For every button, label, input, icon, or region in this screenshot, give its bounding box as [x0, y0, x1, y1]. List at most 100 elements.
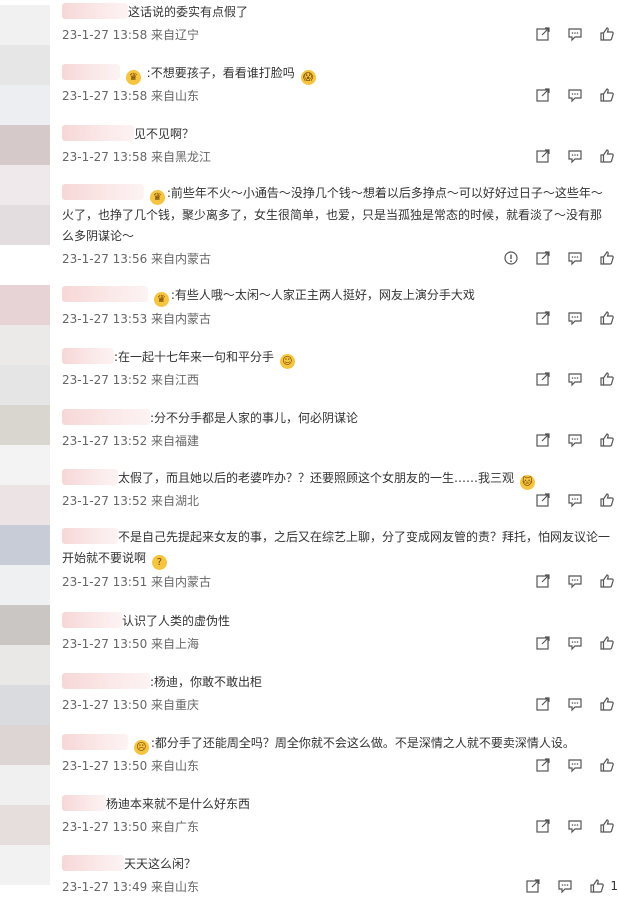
like-icon[interactable] [596, 817, 618, 835]
comment-actions [522, 369, 618, 389]
smile-emoji-icon: ☺ [279, 354, 295, 369]
share-icon[interactable] [532, 25, 554, 43]
like-icon[interactable] [596, 309, 618, 327]
comment-icon[interactable] [564, 249, 586, 267]
blurred-username[interactable] [62, 795, 106, 811]
comment-meta: 23-1-27 13:50 来自山东 [62, 759, 200, 773]
avatar[interactable] [0, 685, 50, 725]
thinking-emoji-icon: ? [151, 555, 167, 570]
avatar[interactable] [0, 765, 50, 805]
comment-meta: 23-1-27 13:52 来自福建 [62, 434, 200, 448]
blurred-username[interactable] [62, 286, 148, 302]
comment-actions [522, 85, 618, 105]
avatar[interactable] [0, 45, 50, 85]
comment-text: :前些年不火～小通告～没挣几个钱～想着以后多挣点～可以好好过日子～这些年～火了，… [62, 186, 603, 243]
comment-icon[interactable] [564, 309, 586, 327]
share-icon[interactable] [532, 431, 554, 449]
like-icon[interactable] [596, 370, 618, 388]
share-icon[interactable] [532, 756, 554, 774]
cat-emoji-icon: 🐱 [519, 475, 535, 490]
share-icon[interactable] [532, 817, 554, 835]
comment-icon[interactable] [564, 695, 586, 713]
comment-icon[interactable] [564, 431, 586, 449]
avatar[interactable] [0, 85, 50, 125]
avatar[interactable] [0, 725, 50, 765]
share-icon[interactable] [532, 249, 554, 267]
comment-text-line: 太假了，而且她以后的老婆咋办？？还要照顾这个女朋友的一生……我三观 🐱 [62, 468, 618, 490]
blurred-username[interactable] [62, 409, 150, 425]
comment-text: 太假了，而且她以后的老婆咋办？？还要照顾这个女朋友的一生……我三观 [118, 471, 515, 485]
avatar[interactable] [0, 525, 50, 565]
share-icon[interactable] [532, 86, 554, 104]
blurred-username[interactable] [62, 125, 134, 141]
comment-icon[interactable] [564, 86, 586, 104]
comment-icon[interactable] [564, 817, 586, 835]
like-icon[interactable] [596, 695, 618, 713]
avatar[interactable] [0, 365, 50, 405]
comment-actions [490, 248, 618, 268]
comment-meta: 23-1-27 13:52 来自江西 [62, 373, 200, 387]
like-icon[interactable] [596, 491, 618, 509]
comment-text-line: 不是自己先提起来女友的事，之后又在综艺上聊，分了变成网友管的责？拜托，怕网友议论… [62, 527, 612, 570]
comment-icon[interactable] [564, 147, 586, 165]
comment-icon[interactable] [564, 25, 586, 43]
avatar[interactable] [0, 805, 50, 845]
report-icon[interactable] [500, 249, 522, 267]
blurred-username[interactable] [62, 734, 128, 750]
share-icon[interactable] [532, 572, 554, 590]
comment-text: :有些人哦～太闲～人家正主两人挺好，网友上演分手大戏 [170, 288, 475, 302]
avatar[interactable] [0, 285, 50, 325]
share-icon[interactable] [532, 634, 554, 652]
share-icon[interactable] [532, 370, 554, 388]
comment-text: :在一起十七年来一句和平分手 [114, 350, 275, 364]
share-icon[interactable] [532, 491, 554, 509]
like-icon[interactable] [596, 25, 618, 43]
blurred-username[interactable] [62, 469, 118, 485]
blurred-username[interactable] [62, 64, 120, 80]
avatar[interactable] [0, 645, 50, 685]
share-icon[interactable] [532, 695, 554, 713]
comment-icon[interactable] [564, 572, 586, 590]
like-icon[interactable] [596, 147, 618, 165]
blurred-username[interactable] [62, 612, 122, 628]
blurred-username[interactable] [62, 3, 128, 19]
comment-text: :不想要孩子，看看谁打脸吗 [146, 66, 295, 80]
like-icon[interactable] [596, 431, 618, 449]
avatar[interactable] [0, 565, 50, 605]
comment-text: 天天这么闲？ [124, 857, 197, 871]
share-icon[interactable] [522, 877, 544, 895]
avatar[interactable] [0, 485, 50, 525]
like-icon[interactable] [596, 86, 618, 104]
avatar[interactable] [0, 125, 50, 165]
comment-text-line: ☹:都分手了还能周全吗？周全你就不会这么做。不是深情之人就不要卖深情人设。 [62, 733, 618, 755]
blurred-username[interactable] [62, 348, 114, 364]
comment-actions [522, 146, 618, 166]
avatar[interactable] [0, 325, 50, 365]
blurred-username[interactable] [62, 673, 150, 689]
like-icon[interactable] [586, 877, 608, 895]
avatar[interactable] [0, 405, 50, 445]
comment-icon[interactable] [564, 756, 586, 774]
comment-text-line: 这话说的委实有点假了 [62, 2, 618, 23]
comment-actions: 1 [512, 876, 618, 896]
avatar[interactable] [0, 605, 50, 645]
share-icon[interactable] [532, 309, 554, 327]
comment-icon[interactable] [564, 370, 586, 388]
blurred-username[interactable] [62, 528, 118, 544]
like-icon[interactable] [596, 756, 618, 774]
like-icon[interactable] [596, 249, 618, 267]
blurred-username[interactable] [62, 855, 124, 871]
comment-icon[interactable] [564, 491, 586, 509]
like-icon[interactable] [596, 572, 618, 590]
like-icon[interactable] [596, 634, 618, 652]
comment-actions [522, 694, 618, 714]
avatar[interactable] [0, 5, 50, 45]
avatar[interactable] [0, 845, 50, 885]
blurred-username[interactable] [62, 184, 144, 200]
comment-icon[interactable] [554, 877, 576, 895]
share-icon[interactable] [532, 147, 554, 165]
avatar[interactable] [0, 165, 50, 205]
avatar[interactable] [0, 445, 50, 485]
comment-icon[interactable] [564, 634, 586, 652]
avatar[interactable] [0, 205, 50, 245]
